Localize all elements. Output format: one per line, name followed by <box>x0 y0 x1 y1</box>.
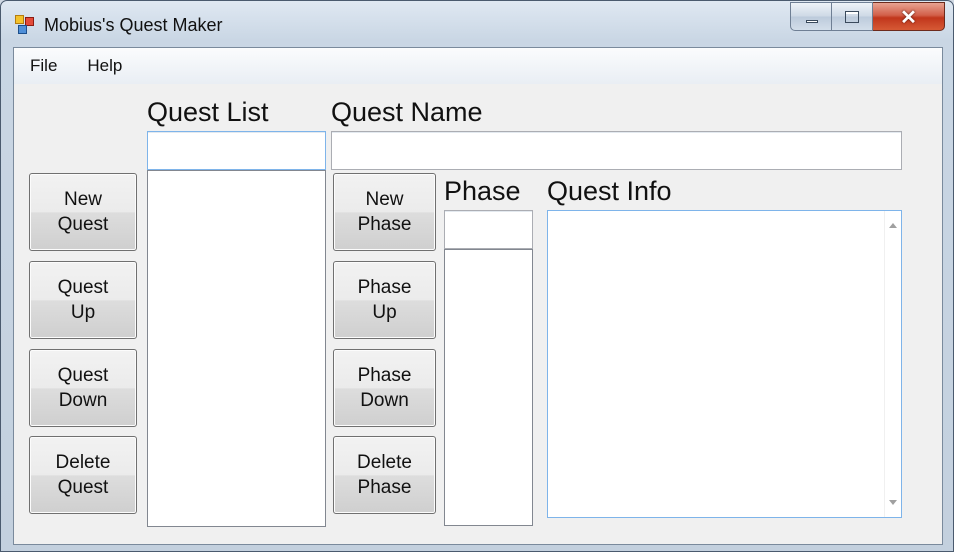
new-quest-label-1: New <box>63 189 102 210</box>
quest-up-label-2: Up <box>70 302 96 323</box>
delete-phase-label-2: Phase <box>357 477 412 498</box>
title-bar[interactable]: Mobius's Quest Maker ✕ <box>1 1 953 47</box>
new-phase-label-1: New <box>365 189 404 210</box>
phase-down-label-1: Phase <box>357 365 412 386</box>
scroll-down-arrow-icon[interactable] <box>889 500 897 505</box>
phase-up-button[interactable]: Phase Up <box>333 261 436 339</box>
phase-down-button[interactable]: Phase Down <box>333 349 436 427</box>
caption-buttons: ✕ <box>790 2 945 31</box>
phase-label: Phase <box>444 176 521 206</box>
quest-down-label-2: Down <box>58 390 108 411</box>
app-window: Mobius's Quest Maker ✕ File Help Quest L… <box>0 0 954 552</box>
quest-info-scrollbar[interactable] <box>884 211 901 517</box>
quest-listbox[interactable] <box>147 170 326 527</box>
app-icon[interactable] <box>15 15 35 35</box>
close-icon: ✕ <box>900 7 917 29</box>
client-area: File Help Quest List Quest Name Phase Qu… <box>13 47 943 545</box>
phase-up-label-1: Phase <box>357 277 412 298</box>
new-phase-label-2: Phase <box>357 214 412 235</box>
quest-info-textarea[interactable] <box>547 210 902 518</box>
quest-up-label-1: Quest <box>57 277 109 298</box>
phase-input[interactable] <box>444 210 533 249</box>
new-quest-label-2: Quest <box>57 214 109 235</box>
quest-down-button[interactable]: Quest Down <box>29 349 137 427</box>
quest-info-label: Quest Info <box>547 176 672 206</box>
maximize-button[interactable] <box>832 2 873 31</box>
delete-quest-label-2: Quest <box>57 477 109 498</box>
delete-quest-button[interactable]: Delete Quest <box>29 436 137 514</box>
maximize-icon <box>845 11 859 23</box>
minimize-icon <box>806 20 818 23</box>
new-quest-button[interactable]: New Quest <box>29 173 137 251</box>
close-button[interactable]: ✕ <box>873 2 945 31</box>
minimize-button[interactable] <box>790 2 832 31</box>
menu-bar: File Help <box>14 48 942 84</box>
quest-list-label: Quest List <box>147 97 269 127</box>
new-phase-button[interactable]: New Phase <box>333 173 436 251</box>
quest-name-label: Quest Name <box>331 97 483 127</box>
phase-up-label-2: Up <box>372 302 397 323</box>
menu-help[interactable]: Help <box>83 52 126 80</box>
delete-quest-label-1: Delete <box>55 452 111 473</box>
menu-file[interactable]: File <box>26 52 61 80</box>
quest-list-input[interactable] <box>147 131 326 170</box>
quest-name-input[interactable] <box>331 131 902 170</box>
quest-up-button[interactable]: Quest Up <box>29 261 137 339</box>
quest-down-label-1: Quest <box>57 365 109 386</box>
window-title: Mobius's Quest Maker <box>44 15 223 35</box>
delete-phase-label-1: Delete <box>357 452 412 473</box>
delete-phase-button[interactable]: Delete Phase <box>333 436 436 514</box>
scroll-up-arrow-icon[interactable] <box>889 223 897 228</box>
phase-listbox[interactable] <box>444 249 533 526</box>
phase-down-label-2: Down <box>360 390 409 411</box>
